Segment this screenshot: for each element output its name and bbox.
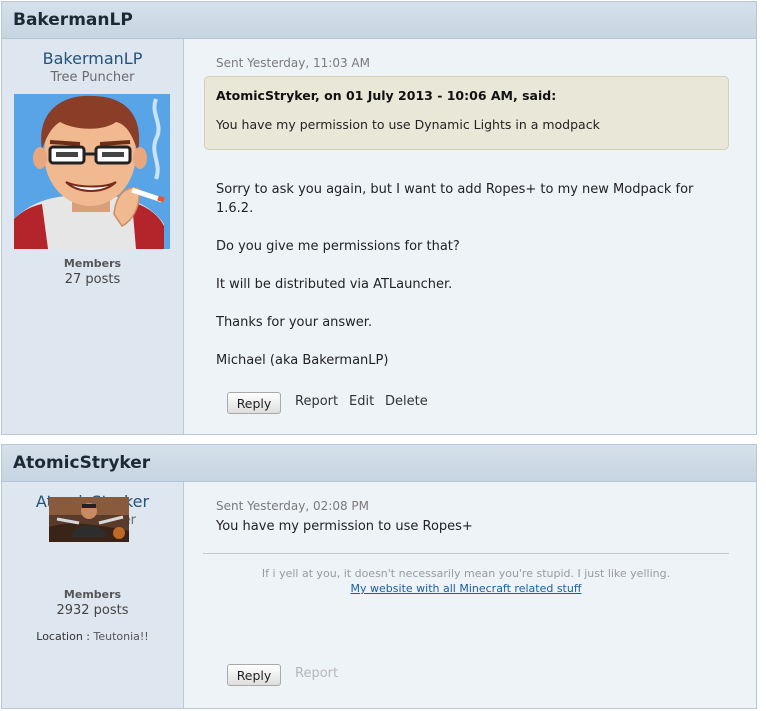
- report-link[interactable]: Report: [295, 666, 338, 681]
- quote-block: AtomicStryker, on 01 July 2013 - 10:06 A…: [204, 76, 729, 150]
- message-line: Sorry to ask you again, but I want to ad…: [216, 182, 694, 197]
- message-post: BakermanLP BakermanLP Tree Puncher Membe…: [1, 1, 757, 435]
- sent-timestamp: Sent Yesterday, 02:08 PM: [216, 499, 369, 513]
- quote-citation: AtomicStryker, on 01 July 2013 - 10:06 A…: [216, 88, 557, 103]
- message-content: Sent Yesterday, 02:08 PM You have my per…: [184, 482, 756, 708]
- cartoon-avatar-icon: [14, 94, 170, 249]
- edit-link[interactable]: Edit: [349, 394, 374, 409]
- post-count: 27 posts: [64, 272, 121, 287]
- post-header-author[interactable]: BakermanLP: [2, 2, 756, 39]
- author-rank: Tree Puncher: [50, 70, 135, 85]
- location-label: Location :: [36, 630, 90, 643]
- message-line: It will be distributed via ATLauncher.: [216, 277, 453, 292]
- message-content: Sent Yesterday, 11:03 AM AtomicStryker, …: [184, 39, 756, 434]
- message-line: 1.6.2.: [216, 201, 254, 216]
- location-value: Teutonia!!: [93, 630, 149, 643]
- signature-website-link[interactable]: My website with all Minecraft related st…: [351, 582, 582, 595]
- message-line: Michael (aka BakermanLP): [216, 353, 389, 368]
- post-header-author[interactable]: AtomicStryker: [2, 445, 756, 482]
- reply-button[interactable]: Reply: [227, 392, 281, 414]
- message-line: Do you give me permissions for that?: [216, 239, 460, 254]
- reply-button[interactable]: Reply: [227, 664, 281, 686]
- sent-timestamp: Sent Yesterday, 11:03 AM: [216, 56, 370, 70]
- message-line: Thanks for your answer.: [216, 315, 373, 330]
- signature-link-container: My website with all Minecraft related st…: [203, 582, 729, 595]
- report-link[interactable]: Report: [295, 394, 338, 409]
- post-count: 2932 posts: [56, 603, 129, 618]
- author-info-panel: BakermanLP Tree Puncher Members 27 posts: [2, 39, 184, 434]
- game-character-avatar-icon: [49, 497, 129, 542]
- message-line: You have my permission to use Ropes+: [216, 519, 473, 534]
- member-group-label: Members: [63, 588, 122, 601]
- author-name-link[interactable]: BakermanLP: [2, 49, 183, 68]
- member-group-label: Members: [63, 257, 122, 270]
- signature-text: If i yell at you, it doesn't necessarily…: [261, 567, 671, 580]
- delete-link[interactable]: Delete: [385, 394, 428, 409]
- quote-text: You have my permission to use Dynamic Li…: [216, 117, 600, 132]
- signature-divider: [203, 553, 729, 554]
- message-post: AtomicStryker AtomicStryker Ghast Hunter…: [1, 444, 757, 709]
- author-location: Location : Teutonia!!: [2, 630, 183, 643]
